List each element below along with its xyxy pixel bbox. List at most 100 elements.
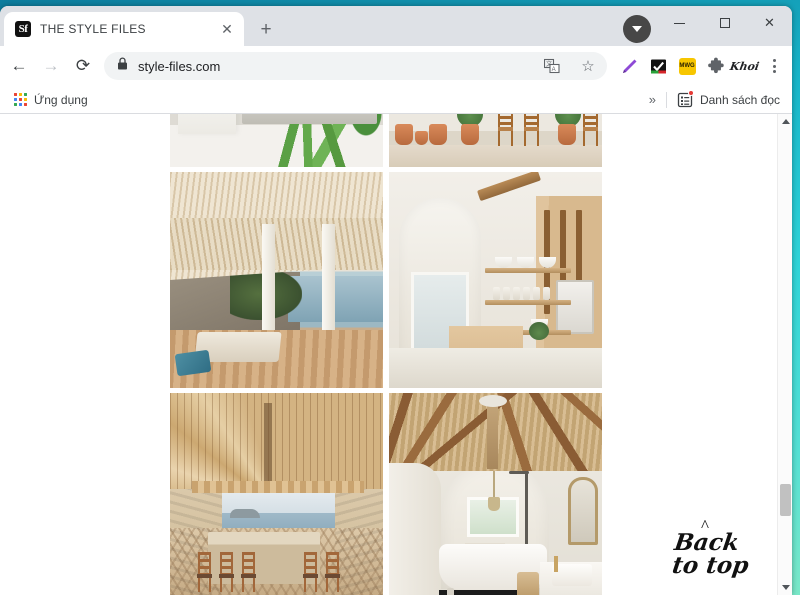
photo-pergola-terrace-sea[interactable]: Bamboo pergola terrace overlooking the s… <box>170 172 383 388</box>
browser-toolbar: ← → ⟳ style-files.com 文 A ☆ MWG Khoi <box>0 46 792 86</box>
reading-list-label: Danh sách đọc <box>699 92 780 107</box>
minimize-icon <box>674 22 685 24</box>
browser-tab[interactable]: Sf THE STYLE FILES ✕ <box>4 12 244 46</box>
scroll-down-arrow[interactable] <box>778 580 792 595</box>
tub-foot <box>447 588 454 595</box>
blue-cushion <box>174 349 212 377</box>
forward-button[interactable]: → <box>36 51 66 81</box>
stone-wall-right <box>335 477 383 595</box>
arched-mirror <box>568 477 598 545</box>
address-bar[interactable]: style-files.com 文 A ☆ <box>104 52 607 80</box>
bookmarks-bar-right: » Danh sách đọc <box>643 89 786 111</box>
maximize-icon <box>719 18 730 28</box>
back-button[interactable]: ← <box>4 51 34 81</box>
browser-window: Sf THE STYLE FILES ✕ + ✕ ← → ⟳ style-fil… <box>0 6 792 595</box>
khoi-extension-label: Khoi <box>729 59 761 73</box>
site-favicon: Sf <box>15 21 31 37</box>
back-to-top-label: Back to top <box>648 529 762 579</box>
pen-extension-icon[interactable] <box>616 53 642 79</box>
pendant-light <box>488 497 500 511</box>
tab-strip: Sf THE STYLE FILES ✕ + ✕ <box>0 6 792 46</box>
dining-chair <box>324 552 341 592</box>
reading-list-icon <box>677 89 694 108</box>
close-tab-icon[interactable]: ✕ <box>218 20 236 38</box>
chevron-down-icon <box>632 26 642 32</box>
glass-jar <box>513 287 520 300</box>
king-post <box>487 397 498 469</box>
dining-chair <box>196 552 213 592</box>
reload-button[interactable]: ⟳ <box>68 51 98 81</box>
potted-plant <box>529 322 549 340</box>
dining-chair <box>302 552 319 592</box>
scroll-up-arrow[interactable] <box>778 114 792 129</box>
page-content: Bright white room with palm frond <box>0 114 777 595</box>
reading-list-button[interactable]: Danh sách đọc <box>671 89 786 111</box>
photo-bathroom-arch-tub[interactable]: Plaster bathroom with arched alcove and … <box>389 393 602 595</box>
terracotta-pot <box>395 124 413 145</box>
page-viewport: Bright white room with palm frond <box>0 114 792 595</box>
island <box>230 509 260 518</box>
ceiling-fan <box>479 395 507 407</box>
terracotta-pot <box>415 131 428 145</box>
photo-terracotta-pots-chairs[interactable]: Terracotta pots and rustic wooden chairs… <box>389 114 602 167</box>
pendant-cord <box>493 471 495 499</box>
wall-oven <box>556 280 594 334</box>
photo-kitchen-open-shelves[interactable]: Pale wood kitchen with arched window and… <box>389 172 602 388</box>
bookmark-apps[interactable]: Ứng dụng <box>8 89 94 111</box>
photo-grid: Bright white room with palm frond <box>170 114 602 595</box>
dining-chair <box>240 552 257 592</box>
glass-jar <box>493 287 500 300</box>
brass-tap <box>554 556 558 572</box>
profile-menu-button[interactable] <box>623 15 651 43</box>
mwg-extension-icon[interactable]: MWG <box>674 53 700 79</box>
lintel-beam <box>192 481 364 493</box>
khoi-extension-icon[interactable]: Khoi <box>729 53 761 79</box>
glass-jar <box>533 287 540 300</box>
photo-bamboo-dining-sea[interactable]: Timber beam dining room framing a sea vi… <box>170 393 383 595</box>
plaster-wall-left <box>389 463 441 595</box>
bookmarks-bar: Ứng dụng » Danh sách đọc <box>0 86 792 114</box>
dining-chair <box>218 552 235 592</box>
terracotta-pot <box>558 124 576 145</box>
scrollbar-thumb[interactable] <box>780 484 791 516</box>
menu-dot <box>772 70 776 73</box>
timber-roof <box>170 393 383 489</box>
puzzle-extensions-icon[interactable] <box>703 53 729 79</box>
ceiling-beam <box>476 172 542 202</box>
bookmarks-overflow-icon[interactable]: » <box>643 92 662 107</box>
translate-icon[interactable]: 文 A <box>539 53 565 79</box>
open-shelf <box>485 300 571 305</box>
svg-text:A: A <box>552 67 556 73</box>
wooden-chair <box>523 114 540 146</box>
basin-sink <box>552 564 592 586</box>
column <box>322 224 335 344</box>
lock-icon <box>117 57 128 75</box>
open-shelf <box>485 268 571 273</box>
glass-jar <box>543 287 550 300</box>
minimize-window-button[interactable] <box>657 6 702 40</box>
tab-title: THE STYLE FILES <box>40 22 146 36</box>
bookmark-star-icon[interactable]: ☆ <box>575 53 601 79</box>
column <box>262 224 275 344</box>
bookmarks-divider <box>665 91 667 108</box>
photo-white-room-palm[interactable]: Bright white room with palm frond <box>170 114 383 167</box>
wooden-chair <box>497 114 514 146</box>
new-tab-button[interactable]: + <box>252 15 280 43</box>
close-window-button[interactable]: ✕ <box>747 6 792 40</box>
sea <box>288 276 383 322</box>
ceramic-bowl <box>517 257 534 268</box>
wooden-stool <box>517 572 539 595</box>
countertop <box>389 348 602 388</box>
mwg-extension-label: MWG <box>678 57 696 75</box>
sand-ground <box>389 145 602 167</box>
checkbox-extension-icon[interactable] <box>645 53 671 79</box>
maximize-window-button[interactable] <box>702 6 747 40</box>
triangle-down-icon <box>781 585 790 590</box>
page-scrollbar[interactable] <box>777 114 792 595</box>
apps-grid-icon <box>14 93 27 106</box>
browser-menu-button[interactable] <box>762 52 786 80</box>
terracotta-pot <box>461 124 479 145</box>
glass-jar <box>523 287 530 300</box>
back-to-top-button[interactable]: ^ Back to top <box>648 517 762 579</box>
ceramic-bowl <box>495 257 512 268</box>
